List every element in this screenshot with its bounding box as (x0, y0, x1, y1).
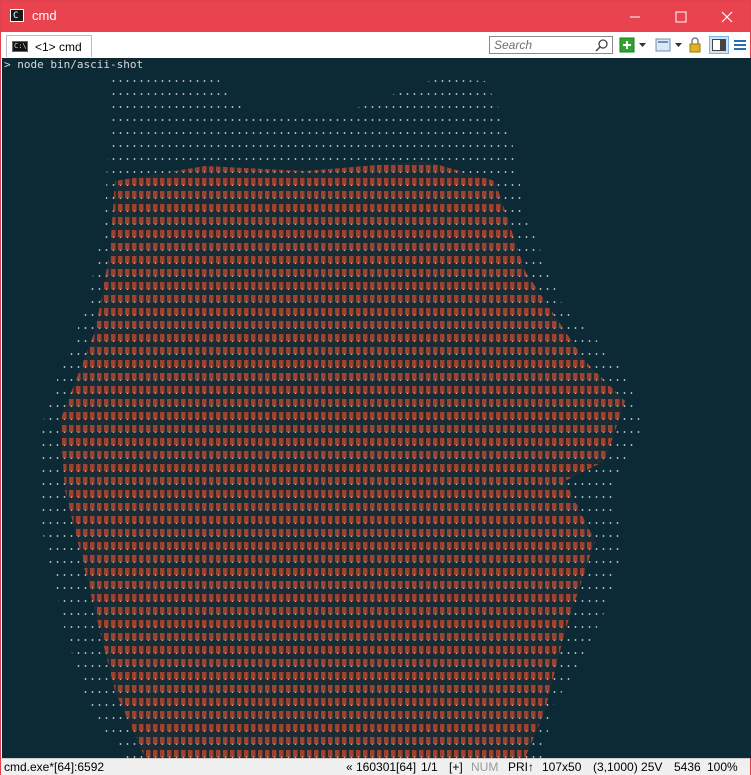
menu-icon (734, 40, 746, 50)
window-title: cmd (32, 8, 57, 23)
status-mode: [+] (449, 760, 463, 774)
close-button[interactable] (704, 1, 750, 32)
status-process[interactable]: cmd.exe*[64]:6592 (4, 759, 104, 775)
status-bar: cmd.exe*[64]:6592 « 160301[64] 1/1 [+] N… (1, 758, 750, 775)
status-pages: 1/1 (421, 760, 438, 774)
search-box[interactable] (489, 36, 613, 54)
status-priority: PRI↑ (508, 760, 535, 774)
console-icon[interactable]: C (10, 9, 24, 22)
new-console-dropdown[interactable] (638, 36, 647, 54)
lock-button[interactable] (688, 36, 702, 54)
split-view-icon (712, 39, 726, 51)
terminal-output[interactable]: > node bin/ascii-shot (2, 58, 751, 758)
console-icon: C:\ (12, 41, 28, 52)
status-cursor: (3,1000) 25V (593, 760, 663, 774)
close-icon (721, 11, 733, 22)
tab-label: <1> cmd (35, 40, 82, 54)
title-bar[interactable]: C cmd (1, 1, 750, 32)
dropdown-arrow-icon (675, 43, 682, 47)
search-icon[interactable] (594, 38, 610, 53)
new-console-icon (619, 37, 635, 53)
menu-button[interactable] (733, 36, 747, 54)
status-position: « 160301[64] (346, 760, 417, 774)
toolbar: C:\ <1> cmd (1, 32, 750, 59)
status-zoom: 100% (707, 760, 738, 774)
console-window: C cmd C:\ <1> cmd Search > node bin/asci… (0, 0, 751, 775)
ascii-art-image (40, 76, 645, 758)
command-line: > node bin/ascii-shot (4, 58, 144, 71)
info-icon (655, 38, 671, 52)
dropdown-arrow-icon (639, 43, 646, 47)
search-input[interactable] (490, 37, 598, 53)
info-button[interactable] (655, 36, 671, 54)
maximize-icon (675, 11, 687, 22)
info-dropdown[interactable] (674, 36, 683, 54)
status-num: NUM (471, 760, 499, 774)
new-console-button[interactable] (619, 36, 635, 54)
minimize-button[interactable] (612, 1, 658, 32)
status-pid: 5436 (674, 760, 701, 774)
split-view-button[interactable] (709, 36, 729, 54)
status-size: 107x50 (542, 760, 582, 774)
lock-icon (689, 37, 701, 53)
maximize-button[interactable] (658, 1, 704, 32)
tab-cmd[interactable]: C:\ <1> cmd (6, 35, 92, 57)
minimize-icon (630, 16, 640, 17)
